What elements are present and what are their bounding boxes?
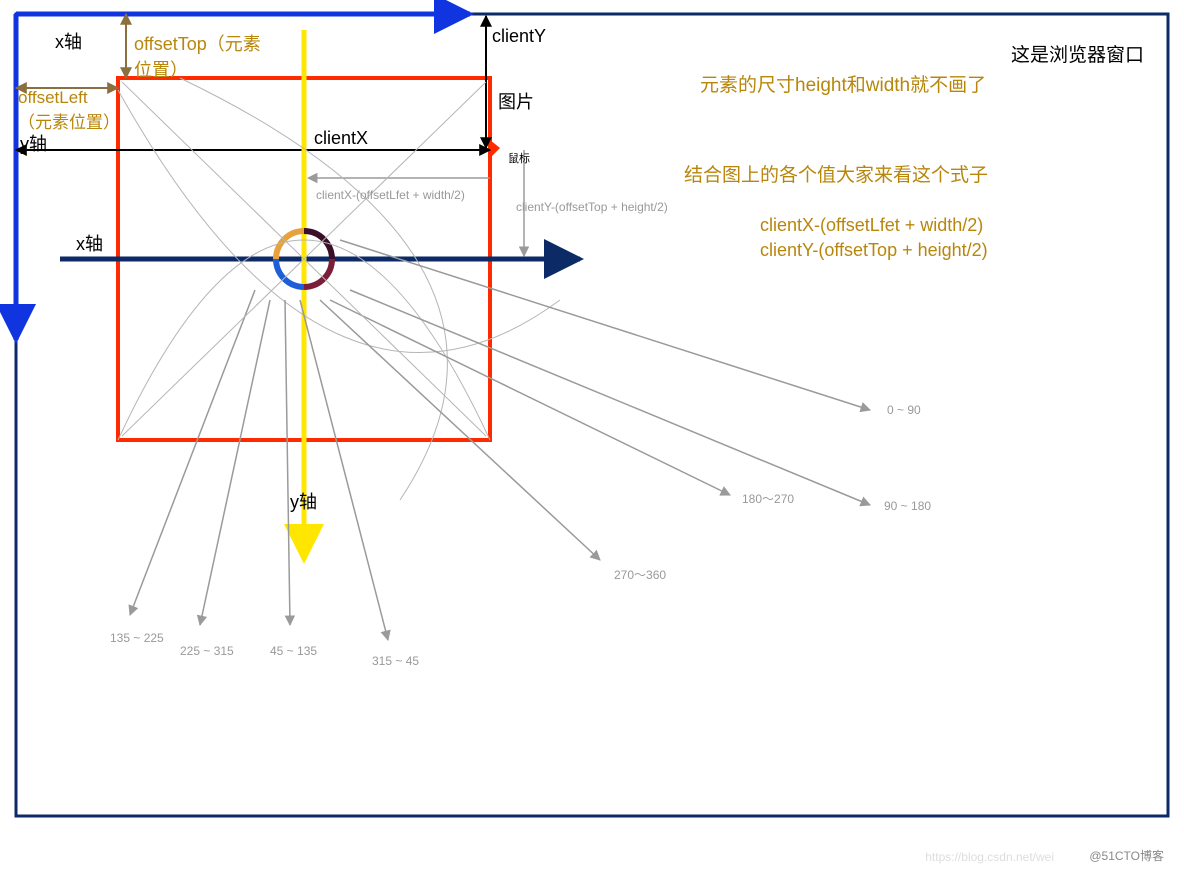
watermark-url: https://blog.csdn.net/wei (925, 850, 1054, 864)
outer-y-label: y轴 (20, 130, 47, 156)
ray-180-270 (330, 300, 730, 495)
image-label: 图片 (498, 88, 534, 114)
range-225-315: 225 ~ 315 (180, 644, 234, 658)
ray-225-315 (200, 300, 270, 625)
browser-window-label: 这是浏览器窗口 (1011, 40, 1144, 67)
clientx-label: clientX (314, 128, 368, 149)
offsettop-label: offsetTop（元素位置） (134, 30, 264, 82)
ray-270-360 (320, 300, 600, 560)
ray-45-135 (285, 300, 290, 625)
ray-90-180 (350, 290, 870, 505)
watermark-src: @51CTO博客 (1089, 847, 1164, 864)
formula-y: clientY-(offsetTop + height/2) (760, 240, 988, 261)
range-0-90: 0 ~ 90 (887, 403, 921, 417)
corner-ray-br (304, 259, 486, 436)
clienty-label: clientY (492, 26, 546, 47)
cy-minus-label: clientY-(offsetTop + height/2) (516, 200, 668, 214)
range-270-360: 270～360 (614, 566, 666, 583)
cx-minus-label: clientX-(offsetLfet + width/2) (316, 188, 465, 202)
note-dimensions: 元素的尺寸height和width就不画了 (700, 70, 986, 97)
formula-x: clientX-(offsetLfet + width/2) (760, 215, 983, 236)
range-90-180: 90 ~ 180 (884, 499, 931, 513)
corner-ray-tr (304, 82, 486, 259)
corner-ray-bl (122, 259, 304, 436)
range-315-45: 315 ~ 45 (372, 654, 419, 668)
range-180-270: 180～270 (742, 490, 794, 507)
inner-y-label: y轴 (290, 488, 317, 514)
browser-frame (16, 14, 1168, 816)
inner-x-label: x轴 (76, 230, 103, 256)
outer-x-label: x轴 (55, 28, 82, 54)
ray-0-90 (340, 240, 870, 410)
range-45-135: 45 ~ 135 (270, 644, 317, 658)
offsetleft-label: offsetLeft（元素位置） (18, 88, 118, 133)
mouse-label: 鼠标 (508, 150, 530, 166)
ray-135-225 (130, 290, 255, 615)
note-formula: 结合图上的各个值大家来看这个式子 (684, 160, 988, 187)
diagram-svg (0, 0, 1184, 870)
corner-ray-tl (122, 82, 304, 259)
range-135-225: 135 ~ 225 (110, 631, 164, 645)
